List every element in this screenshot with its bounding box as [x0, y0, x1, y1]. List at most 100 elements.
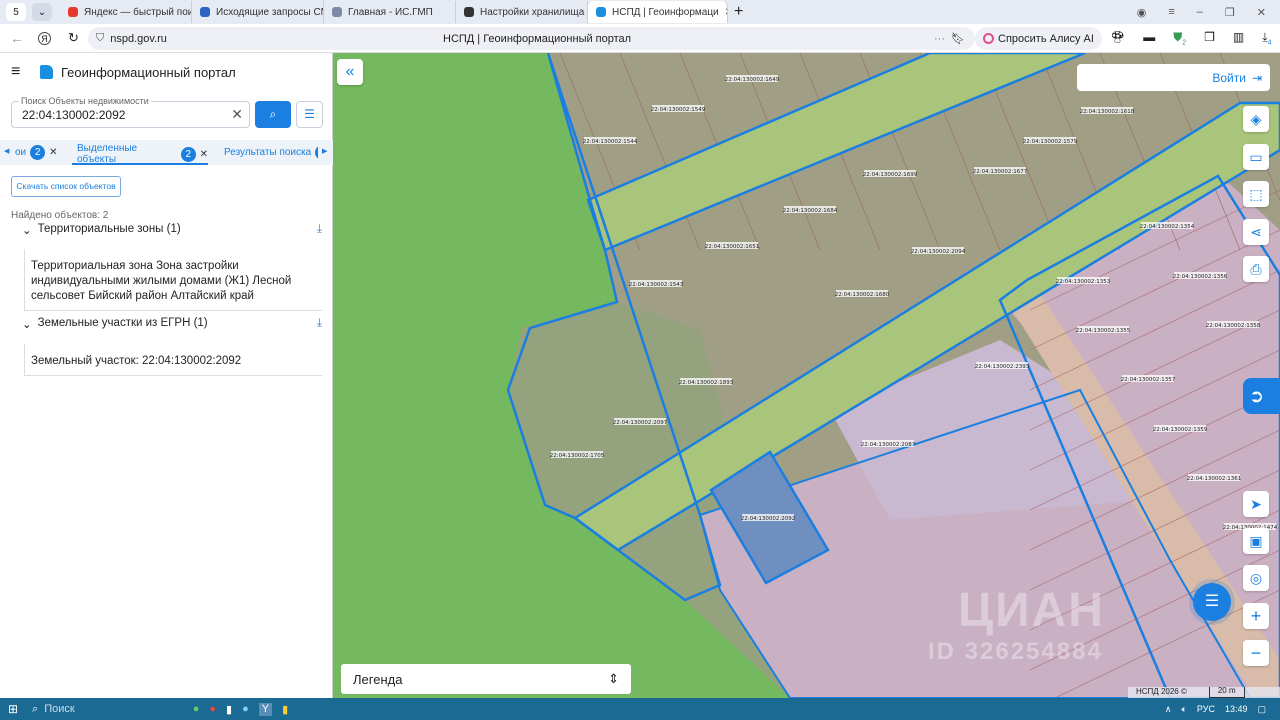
- tab-list-chevron-icon[interactable]: ⌄: [32, 3, 52, 21]
- shield-extension-icon[interactable]: ⛊2: [1173, 30, 1186, 46]
- parcel-label[interactable]: 22:04:130002:1359: [1153, 427, 1208, 433]
- app-icon[interactable]: ●: [242, 703, 249, 716]
- parcel-label[interactable]: 22:04:130002:2087: [861, 442, 916, 448]
- assistant-button[interactable]: ➲: [1243, 378, 1280, 414]
- tab-search-results[interactable]: Результаты поиска1: [224, 145, 318, 160]
- browser-tab[interactable]: Настройки хранилища л: [456, 1, 588, 23]
- legend-dropdown[interactable]: Легенда ⇕: [341, 664, 631, 694]
- parcel-label[interactable]: 22:04:130002:1579: [1023, 139, 1078, 145]
- parcel-label[interactable]: 22:04:130002:1705: [550, 453, 605, 459]
- locate-search-button[interactable]: ◎: [1243, 565, 1269, 591]
- yandex-browser-icon[interactable]: Y: [258, 702, 273, 716]
- group-header[interactable]: ⌄ Территориальные зоны (1) ⤓: [22, 223, 322, 237]
- search-input[interactable]: Поиск Объекты недвижимости 22:04:130002:…: [11, 96, 250, 128]
- browser-tab[interactable]: НСПД | Геоинформаци ✕: [588, 1, 728, 23]
- yandex-icon[interactable]: Я: [38, 31, 51, 45]
- profile-icon[interactable]: ◉: [1137, 6, 1147, 19]
- browser-tab[interactable]: Яндекс — быстрый поиск: [60, 1, 192, 23]
- minimize-icon[interactable]: –: [1197, 6, 1203, 19]
- zoom-in-button[interactable]: +: [1243, 603, 1269, 629]
- filter-button[interactable]: ☰: [296, 101, 323, 128]
- ruler-button[interactable]: ▭: [1243, 144, 1269, 170]
- file-icon[interactable]: ▮: [226, 703, 232, 716]
- start-icon[interactable]: ⊞: [8, 702, 18, 716]
- tab-counter[interactable]: 5: [6, 3, 26, 21]
- parcel-label[interactable]: 22:04:130002:1354: [1140, 224, 1195, 230]
- parcel-label[interactable]: 22:04:130002:1699: [863, 172, 918, 178]
- clear-icon[interactable]: ✕: [231, 106, 243, 123]
- hamburger-menu-icon[interactable]: ≡: [11, 63, 20, 81]
- reload-icon[interactable]: ↻: [68, 30, 79, 46]
- parcel-label[interactable]: 22:04:130002:1651: [705, 244, 760, 250]
- map-view[interactable]: 22:04:130002:1649 22:04:130002:1549 22:04:…: [333, 53, 1280, 698]
- language-indicator[interactable]: РУС: [1197, 704, 1215, 715]
- tab-selected-objects[interactable]: Выделенные объекты 2 ✕: [72, 143, 208, 165]
- parcel-label[interactable]: 22:04:130002:1684: [783, 208, 838, 214]
- download-icon[interactable]: ⤓: [317, 317, 322, 331]
- group-item[interactable]: Земельный участок: 22:04:130002:2092: [24, 344, 322, 376]
- layers-button[interactable]: ◈: [1243, 106, 1269, 132]
- tab-prev[interactable]: ои 2 ✕: [15, 145, 58, 160]
- minimap-button[interactable]: ▣: [1243, 528, 1269, 554]
- app-icon[interactable]: ●: [193, 703, 200, 716]
- group-item[interactable]: Территориальная зона Зона застройки инди…: [24, 249, 322, 311]
- parcel-label[interactable]: 22:04:130002:2092: [741, 516, 796, 522]
- clock[interactable]: 13:49: [1225, 704, 1248, 715]
- tabs-left-arrow[interactable]: ◀: [4, 147, 9, 155]
- parcel-label[interactable]: 22:04:130002:2094: [911, 249, 966, 255]
- parcel-label[interactable]: 22:04:130002:2393: [975, 364, 1030, 370]
- geolocation-button[interactable]: ➤: [1243, 491, 1269, 517]
- stats-icon[interactable]: ▥: [1233, 30, 1244, 46]
- zoom-out-button[interactable]: −: [1243, 640, 1269, 666]
- more-icon[interactable]: ···: [934, 33, 945, 45]
- parcel-label[interactable]: 22:04:130002:1618: [1080, 109, 1135, 115]
- download-icon[interactable]: ⤓: [317, 223, 322, 237]
- downloads-icon[interactable]: ⤓4: [1262, 30, 1271, 46]
- parcel-label[interactable]: 22:04:130002:1549: [651, 107, 706, 113]
- parcel-label[interactable]: 22:04:130002:1358: [1206, 323, 1261, 329]
- login-button[interactable]: Войти ⇥: [1077, 64, 1270, 91]
- parcel-label[interactable]: 22:04:130002:1353: [1056, 279, 1111, 285]
- parcel-label[interactable]: 22:04:130002:1677: [973, 169, 1028, 175]
- parcel-label[interactable]: 22:04:130002:1544: [583, 139, 638, 145]
- close-window-icon[interactable]: ✕: [1257, 6, 1266, 19]
- notifications-icon[interactable]: ▢: [1257, 704, 1266, 715]
- folder-icon[interactable]: ▮: [282, 703, 288, 716]
- chat-button[interactable]: ☰: [1193, 583, 1231, 621]
- group-header[interactable]: ⌄ Земельные участки из ЕГРН (1) ⤓: [22, 317, 322, 331]
- new-tab-button[interactable]: +: [734, 3, 743, 21]
- print-button[interactable]: ⎙: [1243, 256, 1269, 282]
- extension-icon[interactable]: ▬: [1143, 30, 1155, 46]
- parcel-label[interactable]: 22:04:130002:1361: [1187, 476, 1242, 482]
- collapse-panel-button[interactable]: «: [337, 59, 363, 85]
- parcel-label[interactable]: 22:04:130002:2097: [613, 420, 668, 426]
- tray-arrow-icon[interactable]: ∧: [1165, 704, 1172, 715]
- area-search-button[interactable]: ⬚: [1243, 181, 1269, 207]
- restore-icon[interactable]: ❐: [1225, 6, 1235, 19]
- parcel-label[interactable]: 22:04:130002:1680: [835, 292, 890, 298]
- volume-icon[interactable]: 🔈︎: [1182, 704, 1187, 715]
- bookmark-icon[interactable]: 🔖︎: [951, 32, 965, 45]
- map-canvas[interactable]: 22:04:130002:1649 22:04:130002:1549 22:04:…: [333, 53, 1280, 698]
- taskbar-search[interactable]: Поиск: [44, 703, 74, 715]
- parcel-label[interactable]: 22:04:130002:1893: [679, 380, 734, 386]
- parcel-label[interactable]: 22:04:130002:1355: [1076, 328, 1131, 334]
- parcel-label[interactable]: 22:04:130002:1649: [725, 77, 780, 83]
- back-icon[interactable]: ←: [10, 30, 24, 46]
- yandex-app-icon[interactable]: ●: [209, 703, 216, 716]
- browser-tab[interactable]: Исходящие запросы СМЭВ: [192, 1, 324, 23]
- taskbar-search-icon[interactable]: ⌕: [32, 703, 38, 716]
- url-field[interactable]: ⛉ nspd.gov.ru НСПД | Геоинформационный п…: [88, 27, 975, 50]
- menu-icon[interactable]: ≡: [1168, 6, 1174, 19]
- parcel-label[interactable]: 22:04:130002:1356: [1173, 274, 1228, 280]
- ask-alice-button[interactable]: Спросить Алису AI: [975, 27, 1102, 50]
- extension-icon[interactable]: 🍄︎: [1110, 30, 1125, 46]
- parcel-label[interactable]: 22:04:130002:1543: [629, 282, 684, 288]
- share-button[interactable]: ⋖: [1243, 219, 1269, 245]
- download-list-button[interactable]: Скачать список объектов: [11, 176, 121, 197]
- collections-icon[interactable]: ❒: [1204, 30, 1215, 46]
- close-tab-icon[interactable]: ✕: [725, 7, 727, 18]
- tabs-right-arrow[interactable]: ▶: [322, 147, 327, 155]
- parcel-label[interactable]: 22:04:130002:1357: [1121, 377, 1176, 383]
- browser-tab[interactable]: Главная - ИС.ГМП: [324, 1, 456, 23]
